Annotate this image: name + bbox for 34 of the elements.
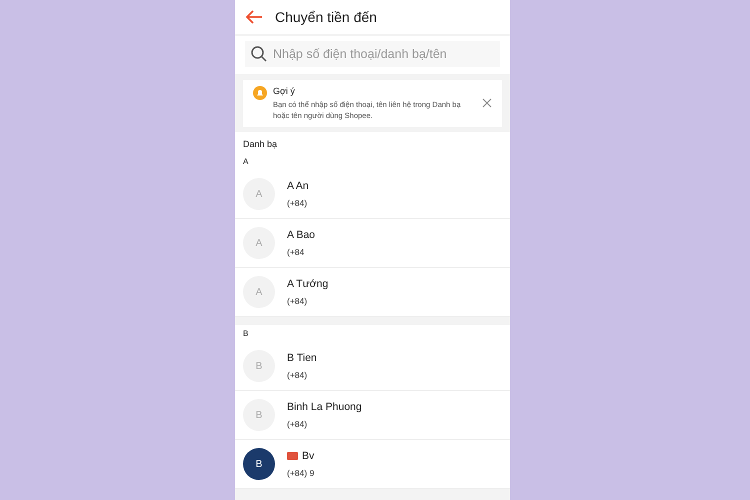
section-heading: Danh bạ <box>242 138 278 151</box>
phone-number: (+84) <box>287 419 308 429</box>
search-icon <box>251 46 267 62</box>
contact-name: Binh La Phuong <box>287 401 362 413</box>
page-title: Chuyển tiền đến <box>275 9 377 25</box>
contact-name: A Bao <box>287 229 316 241</box>
contact-row[interactable]: A A Bao (+84 <box>235 219 510 268</box>
avatar: A <box>243 178 275 210</box>
contact-row[interactable]: A A Tướng (+84) <box>235 268 510 317</box>
tip-title: Gợi ý <box>273 86 296 96</box>
index-letter: A <box>242 156 250 168</box>
phone-number: (+84 <box>287 247 306 257</box>
phone-number: (+84) <box>287 296 308 306</box>
avatar: B <box>243 399 275 431</box>
index-letter: B <box>242 328 250 340</box>
avatar: A <box>243 276 275 308</box>
avatar: A <box>243 227 275 259</box>
phone-number: (+84) <box>287 198 308 208</box>
contact-name: A Tướng <box>287 278 328 290</box>
close-button[interactable] <box>482 98 492 108</box>
avatar: B <box>243 350 275 382</box>
contact-name: Bv <box>302 450 314 462</box>
search-field[interactable]: Nhập số điện thoại/danh bạ/tên <box>245 41 500 67</box>
bell-icon <box>253 86 267 100</box>
contact-row[interactable]: B Binh La Phuong (+84) <box>235 391 510 440</box>
contact-row[interactable]: B Bv (+84) 9 <box>235 440 510 489</box>
contact-name: B Tien <box>287 352 317 364</box>
phone-number: (+84) <box>287 370 308 380</box>
avatar: B <box>243 448 275 480</box>
contact-name: A An <box>287 180 309 192</box>
contact-row[interactable]: A A An (+84) <box>235 170 510 219</box>
phone-number: (+84) 9 <box>287 468 314 478</box>
back-button[interactable] <box>245 10 263 24</box>
contact-row[interactable]: B B Tien (+84) <box>235 342 510 391</box>
